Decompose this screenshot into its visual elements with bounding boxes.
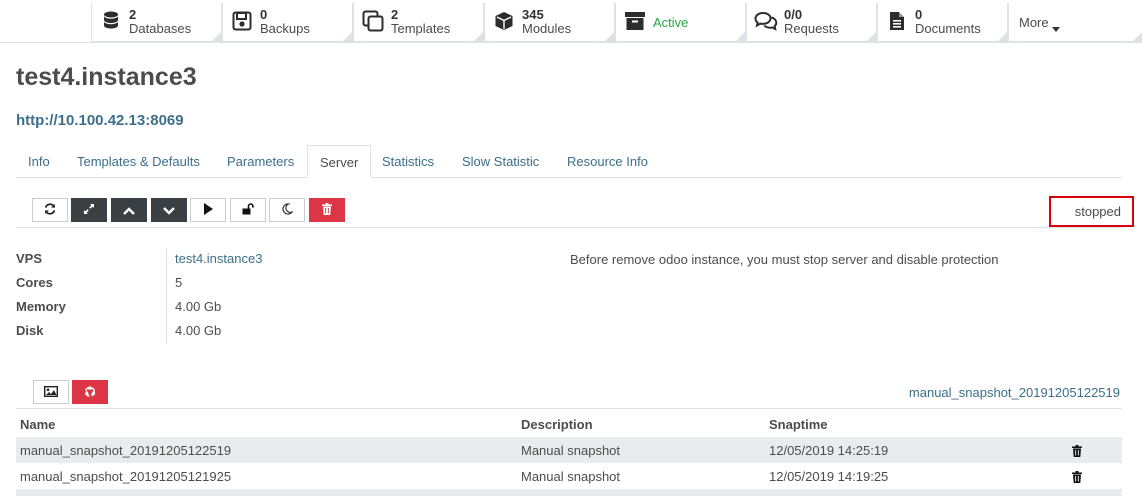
refresh-icon xyxy=(44,202,56,218)
sleep-button[interactable] xyxy=(269,198,305,222)
memory-label: Memory xyxy=(16,299,66,314)
clone-icon xyxy=(361,8,385,34)
modules-label: Modules xyxy=(522,21,572,36)
column-header-snaptime[interactable]: Snaptime xyxy=(769,417,828,432)
table-row-partial xyxy=(16,489,1122,496)
vps-link[interactable]: test4.instance3 xyxy=(175,251,262,266)
documents-label: Documents xyxy=(915,21,981,36)
table-row[interactable]: manual_snapshot_20191205121925 Manual sn… xyxy=(16,463,1122,489)
snapshot-description: Manual snapshot xyxy=(521,469,621,484)
save-icon xyxy=(230,8,254,34)
snapshot-name: manual_snapshot_20191205121925 xyxy=(20,469,232,484)
memory-value: 4.00 Gb xyxy=(175,299,222,314)
modules-button[interactable]: 345 Modules xyxy=(484,3,615,42)
disk-label: Disk xyxy=(16,323,44,338)
snapshot-name: manual_snapshot_20191205122519 xyxy=(20,443,232,458)
notebook-tabs: Info Templates & Defaults Parameters Ser… xyxy=(16,145,1122,178)
tab-info[interactable]: Info xyxy=(16,145,62,178)
chevron-down-icon xyxy=(163,203,175,218)
templates-count: 2 xyxy=(391,7,399,22)
database-icon xyxy=(99,8,123,34)
column-header-description[interactable]: Description xyxy=(521,417,593,432)
record-title: test4.instance3 xyxy=(16,63,197,91)
column-header-name[interactable]: Name xyxy=(20,417,55,432)
cores-label: Cores xyxy=(16,275,53,290)
file-text-icon xyxy=(885,8,909,34)
stat-button-box: 2 Databases 0 Backups 2 Templates 345 Module… xyxy=(0,0,1142,43)
databases-count: 2 xyxy=(129,7,137,22)
active-label: Active xyxy=(653,15,689,30)
requests-label: Requests xyxy=(784,21,839,36)
documents-button[interactable]: 0 Documents xyxy=(877,3,1008,42)
more-label: More xyxy=(1019,15,1049,30)
trash-icon[interactable] xyxy=(1071,470,1083,483)
server-status: stopped xyxy=(1049,196,1134,227)
requests-count: 0/0 xyxy=(784,7,803,22)
recycle-icon xyxy=(83,384,97,401)
play-icon xyxy=(203,202,213,218)
active-toggle-button[interactable]: Active xyxy=(615,3,746,42)
backups-button[interactable]: 0 Backups xyxy=(222,3,353,42)
refresh-button[interactable] xyxy=(32,198,68,222)
databases-label: Databases xyxy=(129,21,192,36)
cores-value: 5 xyxy=(175,275,183,290)
expand-button[interactable] xyxy=(71,198,107,222)
requests-button[interactable]: 0/0 Requests xyxy=(746,3,877,42)
templates-button[interactable]: 2 Templates xyxy=(353,3,484,42)
archive-icon xyxy=(623,8,647,34)
image-icon xyxy=(43,385,59,400)
vps-label: VPS xyxy=(16,251,43,266)
databases-button[interactable]: 2 Databases xyxy=(91,3,222,42)
restore-snapshot-button[interactable] xyxy=(72,380,108,404)
tab-server[interactable]: Server xyxy=(307,145,372,178)
more-dropdown[interactable]: More xyxy=(1008,3,1142,42)
instance-url-link[interactable]: http://10.100.42.13:8069 xyxy=(16,112,184,129)
trash-icon[interactable] xyxy=(1071,444,1083,457)
templates-label: Templates xyxy=(391,21,451,36)
create-snapshot-button[interactable] xyxy=(33,380,69,404)
disk-value: 4.00 Gb xyxy=(175,323,222,338)
snapshot-table: Name Description Snaptime manual_snapsho… xyxy=(16,408,1122,496)
start-button[interactable] xyxy=(190,198,226,222)
tab-parameters[interactable]: Parameters xyxy=(215,145,306,178)
snapshot-description: Manual snapshot xyxy=(521,443,621,458)
unlock-icon xyxy=(242,202,254,218)
caret-down-icon xyxy=(1052,20,1060,35)
cube-icon xyxy=(492,8,516,34)
tab-templates-defaults[interactable]: Templates & Defaults xyxy=(65,145,212,178)
remove-warning: Before remove odoo instance, you must st… xyxy=(570,252,999,267)
tab-resource-info[interactable]: Resource Info xyxy=(555,145,660,178)
expand-icon xyxy=(83,203,95,218)
unprotect-button[interactable] xyxy=(230,198,266,222)
chevron-up-icon xyxy=(123,203,135,218)
backups-label: Backups xyxy=(260,21,310,36)
trash-icon xyxy=(322,202,332,218)
snapshot-time: 12/05/2019 14:25:19 xyxy=(769,443,889,458)
tab-statistics[interactable]: Statistics xyxy=(370,145,446,178)
table-row[interactable]: manual_snapshot_20191205122519 Manual sn… xyxy=(16,437,1122,463)
modules-count: 345 xyxy=(522,7,544,22)
moon-icon xyxy=(281,202,294,218)
current-snapshot-link[interactable]: manual_snapshot_20191205122519 xyxy=(909,385,1120,400)
delete-button[interactable] xyxy=(309,198,345,222)
scale-up-button[interactable] xyxy=(111,198,147,222)
info-divider xyxy=(166,248,167,344)
backups-count: 0 xyxy=(260,7,268,22)
scale-down-button[interactable] xyxy=(151,198,187,222)
snapshot-time: 12/05/2019 14:19:25 xyxy=(769,469,889,484)
comments-icon xyxy=(754,8,778,34)
tab-slow-statistic[interactable]: Slow Statistic xyxy=(450,145,551,178)
server-toolbar xyxy=(16,198,1122,228)
documents-count: 0 xyxy=(915,7,923,22)
